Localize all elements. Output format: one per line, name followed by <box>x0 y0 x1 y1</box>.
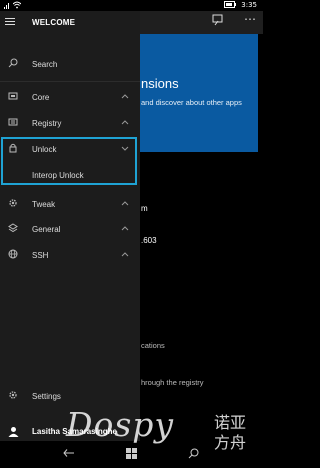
settings-label: Settings <box>32 392 61 401</box>
sidebar-item-registry[interactable]: Registry <box>0 113 140 135</box>
user-avatar-icon <box>7 426 19 438</box>
chevron-down-icon[interactable] <box>121 144 129 154</box>
hero-text: and discover about other apps <box>141 98 242 107</box>
hamburger-menu-icon[interactable] <box>5 16 17 30</box>
chevron-up-icon[interactable] <box>121 250 129 260</box>
hero-title: nsions <box>141 76 179 91</box>
bg-text-1: m <box>141 204 148 213</box>
search-icon <box>7 58 19 70</box>
search-label: Search <box>32 60 58 69</box>
sidebar-item-label: General <box>32 225 61 234</box>
core-icon <box>7 91 19 103</box>
panel-title: WELCOME <box>32 18 76 27</box>
battery-icon <box>224 1 236 10</box>
sidebar-item-ssh[interactable]: SSH <box>0 245 140 267</box>
back-icon[interactable] <box>63 448 75 461</box>
chevron-up-icon[interactable] <box>121 199 129 209</box>
bg-text-3: cations <box>141 341 165 350</box>
signal-icon <box>4 1 11 11</box>
bg-text-4: hrough the registry <box>141 378 204 387</box>
bg-text-2: .603 <box>141 236 157 245</box>
registry-icon <box>7 117 19 129</box>
wifi-icon <box>12 1 22 11</box>
watermark-logo: Dospy <box>66 405 175 444</box>
sidebar-item-unlock[interactable]: Unlock <box>0 139 140 161</box>
divider <box>0 81 140 82</box>
status-bar: 3:35 <box>0 0 263 11</box>
chevron-up-icon[interactable] <box>121 118 129 128</box>
windows-start-icon[interactable] <box>126 448 137 462</box>
sidebar-item-general[interactable]: General <box>0 219 140 241</box>
chevron-up-icon[interactable] <box>121 224 129 234</box>
more-icon[interactable]: ⋯ <box>244 12 256 26</box>
pin-icon[interactable] <box>212 14 224 29</box>
sidebar-item-label: Tweak <box>32 200 56 209</box>
sidebar-item-label: SSH <box>32 251 49 260</box>
sidebar-item-core[interactable]: Core <box>0 87 140 109</box>
lock-icon <box>7 143 19 155</box>
side-panel: WELCOME Search Core Registry Unlock Inte… <box>0 11 140 441</box>
chevron-up-icon[interactable] <box>121 92 129 102</box>
sidebar-subitem-interop-unlock[interactable]: Interop Unlock <box>0 165 140 187</box>
globe-icon <box>7 249 19 261</box>
layers-icon <box>7 223 19 235</box>
sidebar-item-tweak[interactable]: Tweak <box>0 194 140 216</box>
sidebar-item-label: Unlock <box>32 145 57 154</box>
gear-icon <box>7 390 19 402</box>
search-item[interactable]: Search <box>0 54 140 76</box>
search-icon[interactable] <box>188 448 199 462</box>
watermark-cn: 诺亚方舟 <box>214 413 247 452</box>
sidebar-item-label: Registry <box>32 119 62 128</box>
sidebar-item-label: Core <box>32 93 50 102</box>
gear-icon <box>7 198 19 210</box>
sidebar-subitem-label: Interop Unlock <box>32 171 84 180</box>
status-time: 3:35 <box>241 1 257 9</box>
